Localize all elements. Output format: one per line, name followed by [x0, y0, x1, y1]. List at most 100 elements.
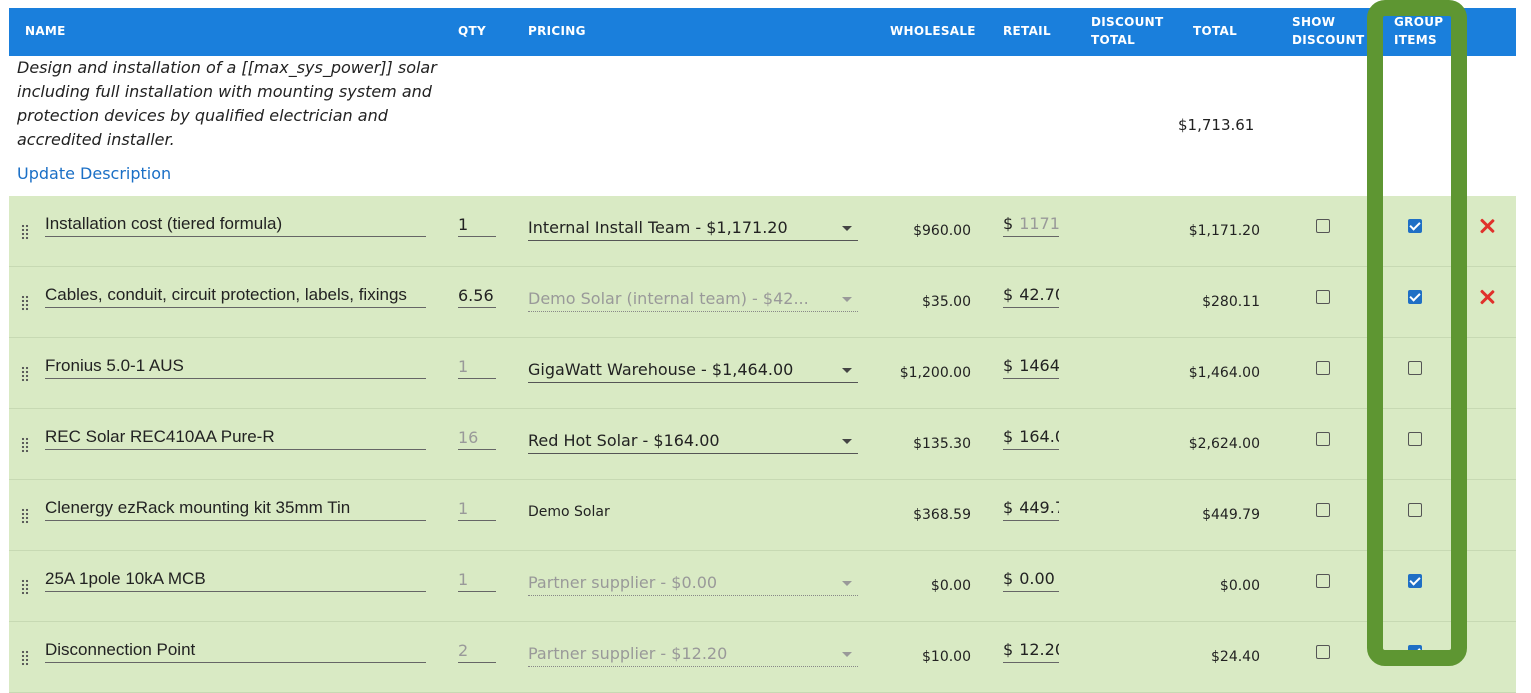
total-value: $280.11: [1202, 294, 1260, 310]
wholesale-value: $35.00: [922, 294, 971, 310]
retail-value: 42.70: [1019, 285, 1059, 304]
retail-input[interactable]: $42.70: [1003, 283, 1059, 308]
show-discount-checkbox[interactable]: [1316, 503, 1330, 517]
delete-icon[interactable]: [1479, 289, 1495, 305]
currency-symbol: $: [1003, 640, 1014, 659]
drag-handle-icon[interactable]: [21, 366, 29, 382]
description-text: Design and installation of a [[max_sys_p…: [17, 58, 437, 149]
show-discount-checkbox[interactable]: [1316, 645, 1330, 659]
col-qty[interactable]: QTY: [458, 22, 486, 40]
description-total: $1,713.61: [1178, 116, 1255, 134]
drag-handle-icon[interactable]: [21, 508, 29, 524]
retail-input[interactable]: $1464.00: [1003, 354, 1059, 379]
item-name-input[interactable]: Disconnection Point: [45, 640, 426, 663]
retail-input[interactable]: $449.79: [1003, 496, 1059, 521]
table-header: NAME QTY PRICING WHOLESALE RETAIL DISCOU…: [9, 8, 1516, 56]
pricing-select[interactable]: Internal Install Team - $1,171.20: [528, 216, 858, 241]
quantity-input[interactable]: 1: [458, 356, 496, 379]
item-name-input[interactable]: Cables, conduit, circuit protection, lab…: [45, 285, 426, 308]
chevron-down-icon: [842, 581, 852, 586]
col-discount-total[interactable]: DISCOUNT TOTAL: [1091, 13, 1163, 49]
update-description-link[interactable]: Update Description: [17, 164, 171, 183]
col-show-discount-line2: DISCOUNT: [1292, 33, 1365, 47]
drag-handle-icon[interactable]: [21, 437, 29, 453]
drag-handle-icon[interactable]: [21, 579, 29, 595]
total-value: $24.40: [1211, 649, 1260, 665]
group-items-checkbox[interactable]: [1408, 290, 1422, 304]
drag-handle-icon[interactable]: [21, 295, 29, 311]
chevron-down-icon: [842, 652, 852, 657]
show-discount-checkbox[interactable]: [1316, 219, 1330, 233]
col-wholesale[interactable]: WHOLESALE: [890, 22, 976, 40]
show-discount-checkbox[interactable]: [1316, 361, 1330, 375]
quantity-input[interactable]: 1: [458, 498, 496, 521]
pricing-select[interactable]: GigaWatt Warehouse - $1,464.00: [528, 358, 858, 383]
pricing-select[interactable]: Partner supplier - $12.20: [528, 642, 858, 667]
group-items-checkbox[interactable]: [1408, 503, 1422, 517]
chevron-down-icon: [842, 368, 852, 373]
item-name-input[interactable]: 25A 1pole 10kA MCB: [45, 569, 426, 592]
col-name[interactable]: NAME: [25, 22, 66, 40]
quantity-input[interactable]: 2: [458, 640, 496, 663]
group-items-checkbox[interactable]: [1408, 574, 1422, 588]
retail-value: 1171.20: [1019, 214, 1059, 233]
currency-symbol: $: [1003, 427, 1014, 446]
retail-value: 0.00: [1019, 569, 1055, 588]
currency-symbol: $: [1003, 498, 1014, 517]
show-discount-checkbox[interactable]: [1316, 432, 1330, 446]
retail-input[interactable]: $0.00: [1003, 567, 1059, 592]
retail-value: 1464.00: [1019, 356, 1059, 375]
quantity-input[interactable]: 6.56: [458, 285, 496, 308]
pricing-select[interactable]: Red Hot Solar - $164.00: [528, 429, 858, 454]
total-value: $1,464.00: [1188, 365, 1260, 381]
wholesale-value: $10.00: [922, 649, 971, 665]
pricing-value: Partner supplier - $12.20: [528, 644, 728, 663]
table-row: Clenergy ezRack mounting kit 35mm Tin 1 De…: [9, 480, 1516, 551]
table-row: Cables, conduit, circuit protection, lab…: [9, 267, 1516, 338]
currency-symbol: $: [1003, 214, 1014, 233]
retail-value: 449.79: [1019, 498, 1059, 517]
quantity-input[interactable]: 1: [458, 214, 496, 237]
col-group-items[interactable]: GROUP ITEMS: [1394, 13, 1443, 49]
col-retail[interactable]: RETAIL: [1003, 22, 1051, 40]
pricing-select[interactable]: Demo Solar (internal team) - $42...: [528, 287, 858, 312]
description-block: Design and installation of a [[max_sys_p…: [17, 56, 457, 183]
col-pricing[interactable]: PRICING: [528, 22, 586, 40]
pricing-value: Red Hot Solar - $164.00: [528, 431, 720, 450]
currency-symbol: $: [1003, 569, 1014, 588]
drag-handle-icon[interactable]: [21, 650, 29, 666]
item-name-input[interactable]: Clenergy ezRack mounting kit 35mm Tin: [45, 498, 426, 521]
item-name-input[interactable]: Fronius 5.0-1 AUS: [45, 356, 426, 379]
table-row: 25A 1pole 10kA MCB 1 Partner supplier - $0…: [9, 551, 1516, 622]
item-name-input[interactable]: Installation cost (tiered formula): [45, 214, 426, 237]
col-discount-total-line2: TOTAL: [1091, 33, 1136, 47]
pricing-select[interactable]: Demo Solar: [528, 500, 858, 524]
col-show-discount[interactable]: SHOW DISCOUNT: [1292, 13, 1364, 49]
delete-icon[interactable]: [1479, 218, 1495, 234]
pricing-value: Demo Solar: [528, 504, 610, 520]
show-discount-checkbox[interactable]: [1316, 574, 1330, 588]
item-name-input[interactable]: REC Solar REC410AA Pure-R: [45, 427, 426, 450]
chevron-down-icon: [842, 226, 852, 231]
pricing-select[interactable]: Partner supplier - $0.00: [528, 571, 858, 596]
quantity-input[interactable]: 1: [458, 569, 496, 592]
retail-value: 12.20: [1019, 640, 1059, 659]
wholesale-value: $368.59: [913, 507, 971, 523]
group-items-checkbox[interactable]: [1408, 645, 1422, 659]
show-discount-checkbox[interactable]: [1316, 290, 1330, 304]
table-row: Disconnection Point 2 Partner supplier - $…: [9, 622, 1516, 693]
total-value: $0.00: [1219, 578, 1260, 594]
retail-input[interactable]: $1171.20: [1003, 212, 1059, 237]
drag-handle-icon[interactable]: [21, 224, 29, 240]
table-row: Installation cost (tiered formula) 1 Inter…: [9, 196, 1516, 267]
table-row: Fronius 5.0-1 AUS 1 GigaWatt Warehouse - $…: [9, 338, 1516, 409]
wholesale-value: $1,200.00: [899, 365, 971, 381]
group-items-checkbox[interactable]: [1408, 361, 1422, 375]
group-items-checkbox[interactable]: [1408, 219, 1422, 233]
retail-input[interactable]: $164.00: [1003, 425, 1059, 450]
quantity-input[interactable]: 16: [458, 427, 496, 450]
col-total[interactable]: TOTAL: [1193, 22, 1237, 40]
retail-input[interactable]: $12.20: [1003, 638, 1059, 663]
group-items-checkbox[interactable]: [1408, 432, 1422, 446]
wholesale-value: $135.30: [913, 436, 971, 452]
